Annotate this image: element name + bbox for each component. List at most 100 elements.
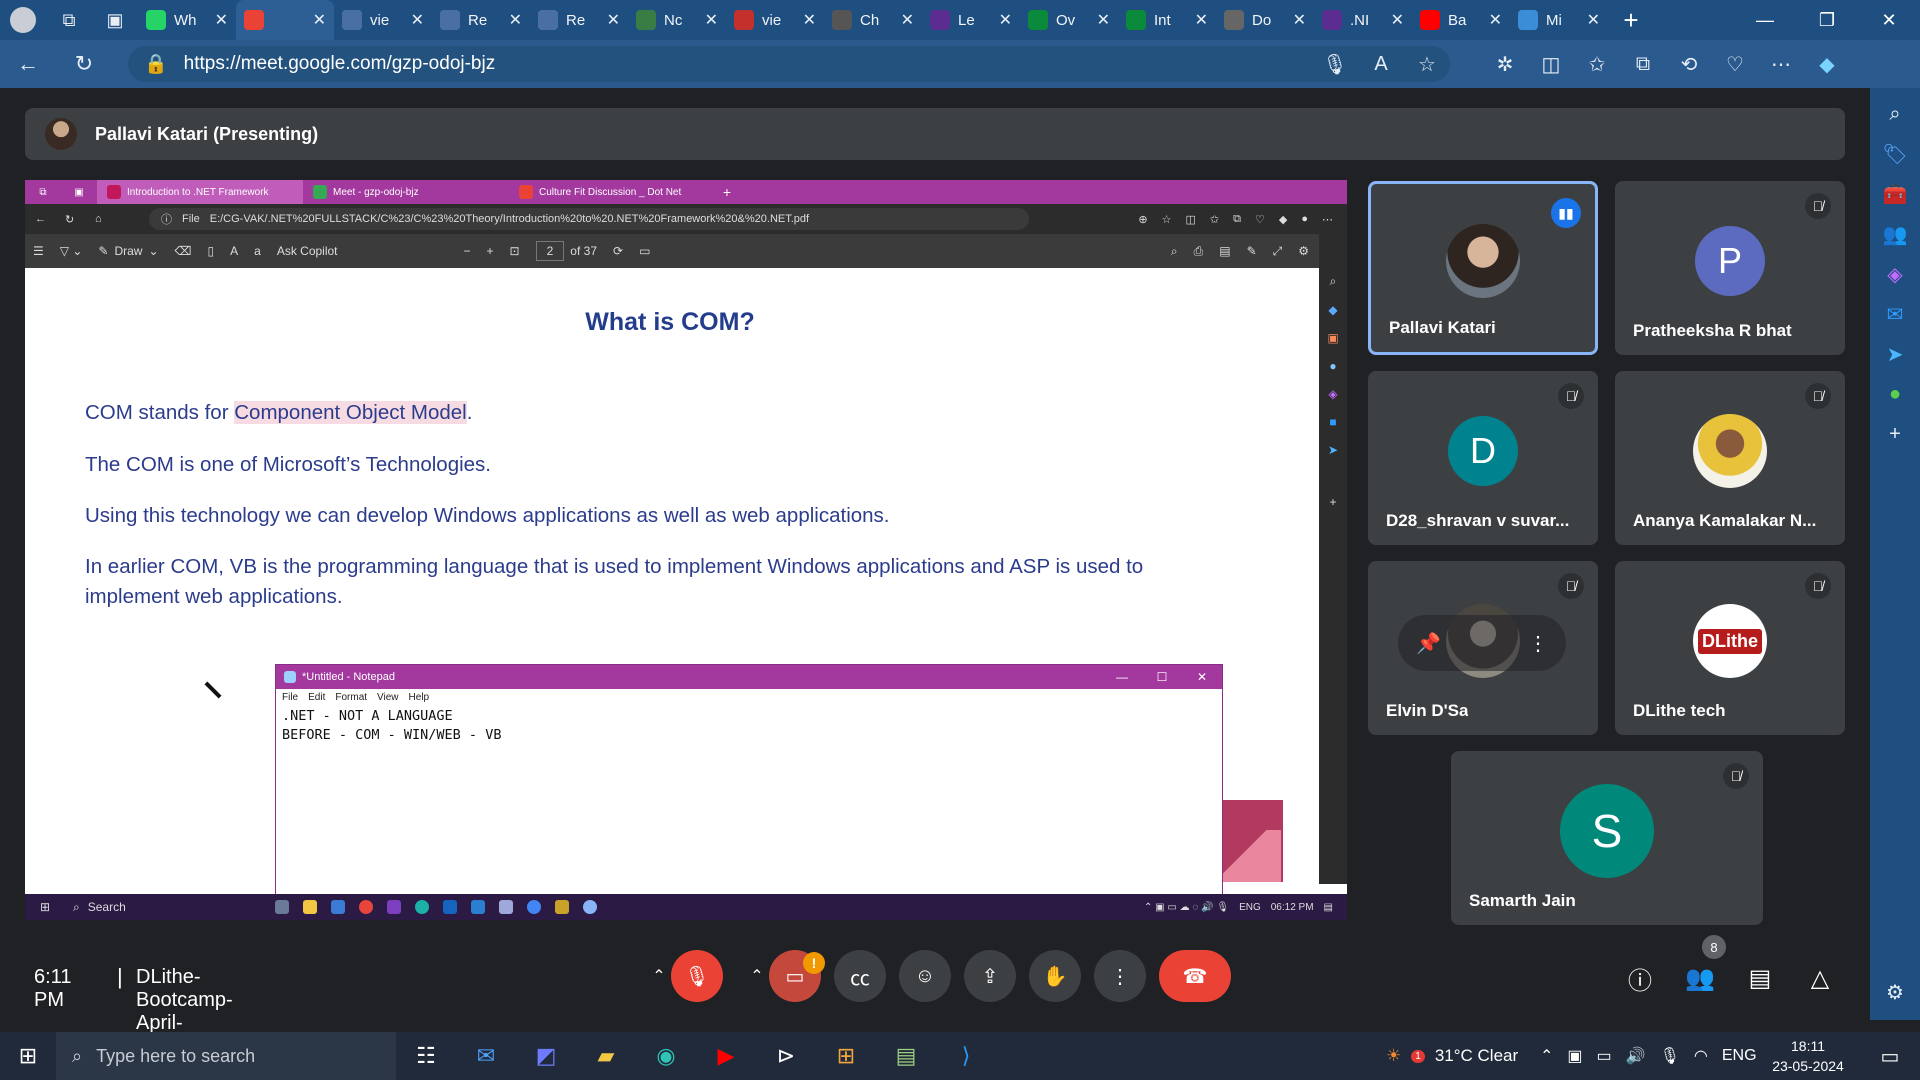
sidebar-add-icon[interactable]: + [1870, 414, 1920, 454]
sidebar-shopping-icon[interactable]: 🏷 [1870, 134, 1920, 174]
history-icon[interactable]: ⟲ [1666, 40, 1712, 88]
sidebar-outlook-icon[interactable]: ✉ [1870, 294, 1920, 334]
browser-tab[interactable]: vie ✕ [334, 0, 432, 40]
more-options-icon[interactable]: ⋯ [1758, 40, 1804, 88]
file-explorer-icon[interactable]: ▰ [576, 1032, 636, 1080]
edge-taskbar-icon[interactable]: ◉ [636, 1032, 696, 1080]
task-view-icon[interactable]: ☷ [396, 1032, 456, 1080]
browser-tab[interactable]: Ch ✕ [824, 0, 922, 40]
pin-icon[interactable]: 📌 [1416, 631, 1441, 656]
copilot-icon[interactable]: ◆ [1804, 40, 1850, 88]
tab-close-icon[interactable]: ✕ [901, 10, 914, 30]
browser-tab[interactable]: Nc ✕ [628, 0, 726, 40]
microphone-icon[interactable]: 🎙 [1312, 40, 1358, 88]
browser-tab[interactable]: Do ✕ [1216, 0, 1314, 40]
weather-widget[interactable]: ☀ 1 31°C Clear [1386, 1032, 1518, 1080]
emoji-button[interactable]: ☺ [899, 950, 951, 1002]
browser-tab[interactable]: Mi ✕ [1510, 0, 1608, 40]
notepad-taskbar-icon[interactable]: ▤ [876, 1032, 936, 1080]
video-options-caret[interactable]: ⌃ [744, 962, 770, 990]
mic-tray-icon[interactable]: 🎙 [1660, 1046, 1680, 1066]
favorites-icon[interactable]: ✩ [1574, 40, 1620, 88]
sidebar-m365-icon[interactable]: ◈ [1870, 254, 1920, 294]
sidebar-games-icon[interactable]: ● [1870, 374, 1920, 414]
mic-toggle-button[interactable]: 🎙 [671, 950, 723, 1002]
back-icon[interactable]: ← [0, 40, 56, 88]
participant-tile-pallavi[interactable]: ▮▮ Pallavi Katari [1368, 181, 1598, 355]
browser-tab[interactable]: Le ✕ [922, 0, 1020, 40]
participant-tile-elvin[interactable]: 📌 ⋮ 🎙̸ Elvin D'Sa [1368, 561, 1598, 735]
tray-app-icon[interactable]: ▣ [1567, 1046, 1582, 1066]
battery-icon[interactable]: ▭ [1597, 1046, 1612, 1066]
new-tab-button[interactable]: + [1608, 0, 1654, 40]
browser-tab[interactable]: ✕ [236, 0, 334, 40]
sidebar-people-icon[interactable]: 👥 [1870, 214, 1920, 254]
windows-start-icon[interactable]: ⊞ [0, 1032, 56, 1080]
refresh-icon[interactable]: ↻ [56, 40, 112, 88]
tab-close-icon[interactable]: ✕ [1391, 10, 1404, 30]
vertical-tabs-icon[interactable]: ▣ [92, 0, 138, 40]
browser-tab[interactable]: Re ✕ [432, 0, 530, 40]
tile-hover-controls[interactable]: 📌 ⋮ [1398, 615, 1566, 671]
minimize-button[interactable]: — [1734, 0, 1796, 40]
tile-more-icon[interactable]: ⋮ [1528, 631, 1548, 656]
tab-close-icon[interactable]: ✕ [215, 10, 228, 30]
tab-close-icon[interactable]: ✕ [1293, 10, 1306, 30]
present-button[interactable]: ⇪ [964, 950, 1016, 1002]
sidebar-send-icon[interactable]: ➤ [1870, 334, 1920, 374]
activities-icon[interactable]: △ [1800, 958, 1840, 998]
participant-tile-dlithe[interactable]: DLithe 🎙̸ DLithe tech [1615, 561, 1845, 735]
participant-tile-ananya[interactable]: 🎙̸ Ananya Kamalakar N... [1615, 371, 1845, 545]
people-icon[interactable]: 👥 [1680, 958, 1720, 998]
end-call-button[interactable]: ☎ [1159, 950, 1231, 1002]
wifi-icon[interactable]: ◠ [1694, 1046, 1708, 1066]
chat-icon[interactable]: ▤ [1740, 958, 1780, 998]
tab-close-icon[interactable]: ✕ [1097, 10, 1110, 30]
tab-close-icon[interactable]: ✕ [509, 10, 522, 30]
more-options-button[interactable]: ⋮ [1094, 950, 1146, 1002]
tab-close-icon[interactable]: ✕ [999, 10, 1012, 30]
notification-center-icon[interactable]: ▭ [1870, 1032, 1910, 1080]
taskbar-clock[interactable]: 18:11 23-05-2024 [1758, 1036, 1858, 1076]
url-field[interactable]: 🔒 https://meet.google.com/gzp-odoj-bjz [128, 46, 1450, 82]
vscode-icon[interactable]: ⟩ [936, 1032, 996, 1080]
app-icon[interactable]: ◩ [516, 1032, 576, 1080]
media-player-icon[interactable]: ⊳ [756, 1032, 816, 1080]
youtube-icon[interactable]: ▶ [696, 1032, 756, 1080]
sidebar-settings-icon[interactable]: ⚙ [1870, 972, 1920, 1012]
participant-tile-pratheeksha[interactable]: P 🎙̸ Pratheeksha R bhat [1615, 181, 1845, 355]
store-icon[interactable]: ⊞ [816, 1032, 876, 1080]
read-aloud-icon[interactable]: A [1358, 40, 1404, 88]
windows-search-box[interactable]: ⌕ Type here to search [56, 1032, 396, 1080]
browser-tab[interactable]: .NI ✕ [1314, 0, 1412, 40]
tab-close-icon[interactable]: ✕ [803, 10, 816, 30]
browser-tab[interactable]: vie ✕ [726, 0, 824, 40]
language-indicator[interactable]: ENG [1722, 1047, 1757, 1065]
sidebar-tools-icon[interactable]: 🧰 [1870, 174, 1920, 214]
tab-close-icon[interactable]: ✕ [313, 10, 326, 30]
mail-icon[interactable]: ✉ [456, 1032, 516, 1080]
meeting-info-icon[interactable]: ⓘ [1620, 958, 1660, 998]
tab-close-icon[interactable]: ✕ [411, 10, 424, 30]
volume-icon[interactable]: 🔊 [1626, 1046, 1646, 1066]
tab-close-icon[interactable]: ✕ [1489, 10, 1502, 30]
participant-tile-samarth[interactable]: S 🎙̸ Samarth Jain [1451, 751, 1763, 925]
browser-tab[interactable]: Int ✕ [1118, 0, 1216, 40]
tab-close-icon[interactable]: ✕ [1195, 10, 1208, 30]
browser-essentials-icon[interactable]: ♡ [1712, 40, 1758, 88]
tab-close-icon[interactable]: ✕ [1587, 10, 1600, 30]
browser-tab[interactable]: Ba ✕ [1412, 0, 1510, 40]
browser-tab[interactable]: Re ✕ [530, 0, 628, 40]
restore-button[interactable]: ❐ [1796, 0, 1858, 40]
extensions-icon[interactable]: ✲ [1482, 40, 1528, 88]
close-window-button[interactable]: ✕ [1858, 0, 1920, 40]
sidebar-search-icon[interactable]: ⌕ [1870, 94, 1920, 134]
favorite-star-icon[interactable]: ☆ [1404, 40, 1450, 88]
tray-chevron-icon[interactable]: ⌃ [1540, 1046, 1553, 1066]
captions-button[interactable]: ㏄ [834, 950, 886, 1002]
participant-tile-shravan[interactable]: D 🎙̸ D28_shravan v suvar... [1368, 371, 1598, 545]
browser-tab[interactable]: Wh ✕ [138, 0, 236, 40]
collections-icon[interactable]: ⧉ [1620, 40, 1666, 88]
audio-options-caret[interactable]: ⌃ [646, 962, 672, 990]
workspaces-icon[interactable]: ⧉ [46, 0, 92, 40]
